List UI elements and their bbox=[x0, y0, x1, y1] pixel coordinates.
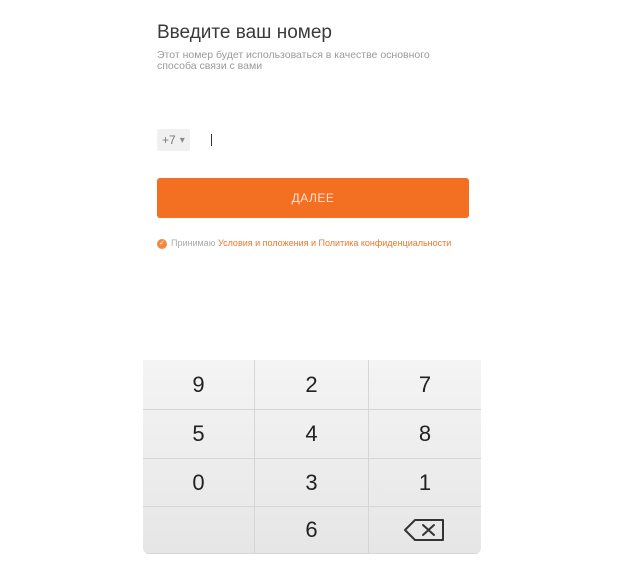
numeric-keypad: 9 2 7 5 4 8 0 3 1 6 bbox=[143, 360, 481, 554]
page-subtitle: Этот номер будет использоваться в качест… bbox=[157, 49, 430, 72]
key-0[interactable]: 0 bbox=[143, 459, 255, 507]
backspace-key[interactable] bbox=[369, 507, 481, 554]
next-button[interactable]: ДАЛЕЕ bbox=[157, 178, 469, 218]
key-9[interactable]: 9 bbox=[143, 360, 255, 410]
phone-number-row: +7 ▾ bbox=[157, 128, 350, 152]
page-title: Введите ваш номер bbox=[157, 22, 332, 43]
country-code-selector[interactable]: +7 ▾ bbox=[157, 129, 190, 151]
key-7[interactable]: 7 bbox=[369, 360, 481, 410]
terms-consent: ✓ Принимаю Условия и положения и Политика… bbox=[157, 235, 457, 252]
country-code-label: +7 bbox=[162, 133, 176, 147]
text-cursor bbox=[211, 134, 212, 146]
key-5[interactable]: 5 bbox=[143, 410, 255, 459]
key-2[interactable]: 2 bbox=[255, 360, 369, 410]
checkmark-icon[interactable]: ✓ bbox=[157, 238, 167, 249]
key-6[interactable]: 6 bbox=[255, 507, 369, 554]
key-4[interactable]: 4 bbox=[255, 410, 369, 459]
key-1[interactable]: 1 bbox=[369, 459, 481, 507]
key-8[interactable]: 8 bbox=[369, 410, 481, 459]
key-empty bbox=[143, 507, 255, 554]
key-3[interactable]: 3 bbox=[255, 459, 369, 507]
terms-prefix: Принимаю bbox=[171, 238, 216, 248]
phone-screen: Введите ваш номер Этот номер будет испол… bbox=[143, 10, 481, 554]
backspace-icon bbox=[403, 518, 447, 542]
chevron-down-icon: ▾ bbox=[179, 134, 185, 146]
phone-number-input[interactable] bbox=[195, 131, 350, 149]
terms-link[interactable]: Условия и положения и Политика конфиденц… bbox=[218, 238, 451, 248]
